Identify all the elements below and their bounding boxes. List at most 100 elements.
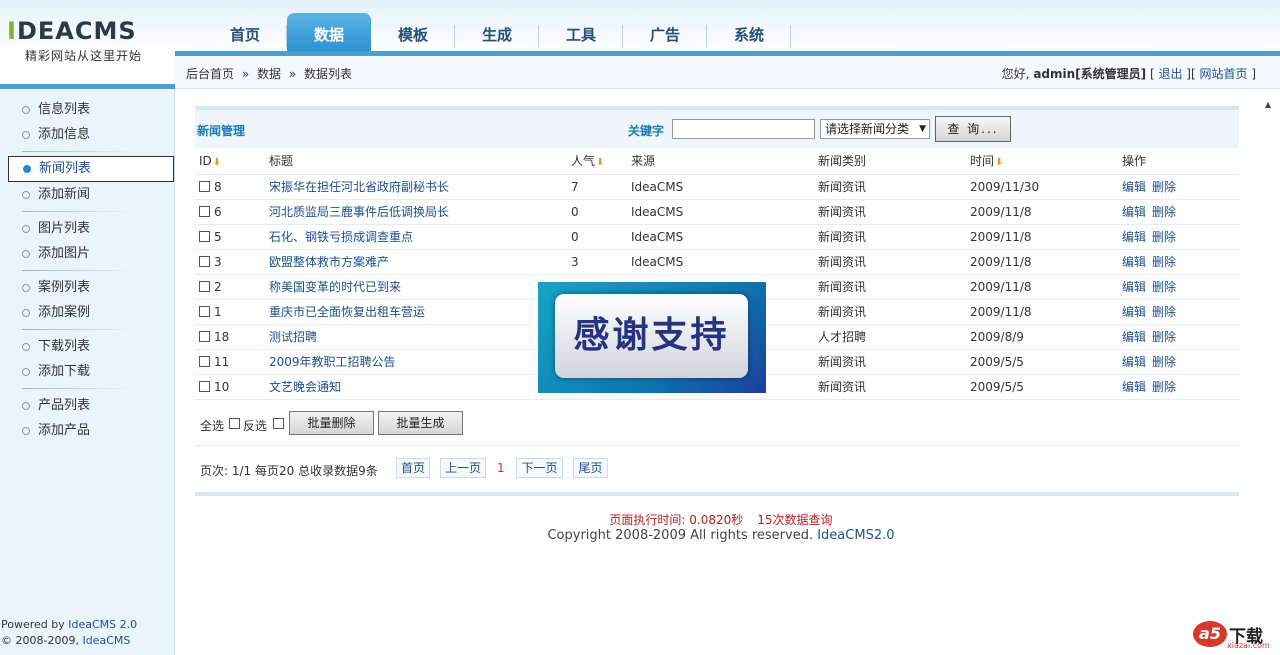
row-checkbox[interactable]	[199, 280, 210, 292]
row-edit-link[interactable]: 编辑	[1122, 330, 1146, 344]
row-id-cell: 10	[195, 374, 265, 400]
sidebar-item-add-case[interactable]: 添加案例	[22, 300, 174, 325]
row-title-link[interactable]: 测试招聘	[269, 330, 317, 344]
row-checkbox[interactable]	[199, 255, 210, 267]
row-source: IdeaCMS	[627, 199, 814, 225]
row-title-link[interactable]: 河北质监局三鹿事件后低调换局长	[269, 205, 449, 219]
breadcrumb-home[interactable]: 后台首页	[186, 67, 234, 81]
row-edit-link[interactable]: 编辑	[1122, 205, 1146, 219]
row-edit-link[interactable]: 编辑	[1122, 180, 1146, 194]
row-delete-link[interactable]: 删除	[1152, 280, 1176, 294]
category-select[interactable]: 请选择新闻分类 ▼	[820, 119, 930, 139]
row-actions: 编辑 删除	[1118, 174, 1239, 200]
row-id: 3	[214, 254, 222, 269]
powered-brand-link[interactable]: IdeaCMS 2.0	[68, 618, 137, 631]
sort-arrow-icon[interactable]: ⬇	[995, 157, 1003, 168]
tab-system[interactable]: 系统	[707, 13, 791, 53]
search-toolbar: 新闻管理 关键字 请选择新闻分类 ▼ 查 询...	[195, 110, 1239, 148]
sidebar-item-info-list[interactable]: 信息列表	[22, 97, 174, 122]
row-checkbox[interactable]	[199, 180, 210, 192]
row-checkbox[interactable]	[199, 205, 210, 217]
row-delete-link[interactable]: 删除	[1152, 380, 1176, 394]
row-id-cell: 2	[195, 274, 265, 300]
row-title-cell: 欧盟整体救市方案难产	[265, 249, 567, 275]
row-date: 2009/11/8	[966, 249, 1118, 275]
col-header-id[interactable]: ID⬇	[195, 148, 265, 175]
row-delete-link[interactable]: 删除	[1152, 180, 1176, 194]
row-title-link[interactable]: 欧盟整体救市方案难产	[269, 255, 389, 269]
search-button[interactable]: 查 询...	[935, 116, 1011, 142]
row-checkbox[interactable]	[199, 330, 210, 342]
logout-link[interactable]: 退出	[1158, 67, 1182, 81]
sidebar-item-image-list[interactable]: 图片列表	[22, 216, 174, 241]
invert-checkbox[interactable]	[273, 417, 284, 429]
row-delete-link[interactable]: 删除	[1152, 230, 1176, 244]
row-edit-link[interactable]: 编辑	[1122, 355, 1146, 369]
tab-generate[interactable]: 生成	[455, 13, 539, 53]
row-delete-link[interactable]: 删除	[1152, 305, 1176, 319]
sidebar-item-add-image[interactable]: 添加图片	[22, 241, 174, 266]
keyword-input[interactable]	[672, 119, 815, 139]
row-title-link[interactable]: 宋振华在担任河北省政府副秘书长	[269, 180, 449, 194]
row-delete-link[interactable]: 删除	[1152, 330, 1176, 344]
footer-brand-link[interactable]: IdeaCMS2.0	[817, 528, 894, 543]
row-date: 2009/11/8	[966, 274, 1118, 300]
sidebar-item-case-list[interactable]: 案例列表	[22, 275, 174, 300]
row-delete-link[interactable]: 删除	[1152, 355, 1176, 369]
sidebar-item-add-info[interactable]: 添加信息	[22, 122, 174, 147]
page-next-button[interactable]: 下一页	[516, 457, 563, 478]
sidebar-divider	[22, 211, 134, 212]
query-count: 15次数据查询	[757, 513, 833, 527]
row-checkbox[interactable]	[199, 305, 210, 317]
tab-template[interactable]: 模板	[371, 13, 455, 53]
row-title-link[interactable]: 石化、钢铁亏损成调查重点	[269, 230, 413, 244]
row-edit-link[interactable]: 编辑	[1122, 255, 1146, 269]
tab-tools[interactable]: 工具	[539, 13, 623, 53]
row-checkbox[interactable]	[199, 230, 210, 242]
sort-arrow-icon[interactable]: ⬇	[213, 157, 221, 168]
sidebar-item-download-list[interactable]: 下载列表	[22, 334, 174, 359]
row-edit-link[interactable]: 编辑	[1122, 230, 1146, 244]
scroll-up-arrow-icon[interactable]: ▲	[1265, 100, 1271, 109]
row-id: 1	[214, 304, 222, 319]
table-row: 5 石化、钢铁亏损成调查重点 0 IdeaCMS 新闻资讯 2009/11/8 编辑 删除	[195, 224, 1239, 250]
row-delete-link[interactable]: 删除	[1152, 205, 1176, 219]
sidebar-group-downloads: 下载列表 添加下载	[22, 334, 174, 384]
breadcrumb-current: 数据列表	[304, 67, 353, 81]
sidebar-item-add-product[interactable]: 添加产品	[22, 418, 174, 443]
row-title-link[interactable]: 2009年教职工招聘公告	[269, 355, 396, 369]
row-title-cell: 河北质监局三鹿事件后低调换局长	[265, 199, 567, 225]
sidebar-divider	[22, 329, 134, 330]
row-edit-link[interactable]: 编辑	[1122, 305, 1146, 319]
page-prev-button[interactable]: 上一页	[440, 457, 486, 478]
page-first-button[interactable]: 首页	[396, 457, 430, 478]
copyright-brand-link[interactable]: IdeaCMS	[82, 634, 130, 647]
tab-home[interactable]: 首页	[203, 13, 287, 53]
sidebar-item-product-list[interactable]: 产品列表	[22, 393, 174, 418]
site-home-link[interactable]: 网站首页	[1199, 67, 1247, 81]
row-title-link[interactable]: 称美国变革的时代已到来	[269, 280, 401, 294]
sidebar-item-news-list[interactable]: 新闻列表	[8, 156, 174, 182]
row-edit-link[interactable]: 编辑	[1122, 280, 1146, 294]
batch-generate-button[interactable]: 批量生成	[378, 410, 463, 435]
row-title-link[interactable]: 文艺晚会通知	[269, 380, 341, 394]
powered-by: Powered by IdeaCMS 2.0 © 2008-2009, Idea…	[1, 617, 137, 649]
col-header-date[interactable]: 时间⬇	[966, 148, 1118, 175]
row-title-cell: 测试招聘	[265, 324, 567, 350]
batch-delete-button[interactable]: 批量删除	[289, 410, 374, 435]
row-delete-link[interactable]: 删除	[1152, 255, 1176, 269]
col-header-hits[interactable]: 人气⬇	[567, 148, 627, 175]
page-last-button[interactable]: 尾页	[573, 457, 608, 478]
sidebar-item-add-download[interactable]: 添加下载	[22, 359, 174, 384]
sort-arrow-icon[interactable]: ⬇	[596, 157, 604, 168]
row-edit-link[interactable]: 编辑	[1122, 380, 1146, 394]
breadcrumb-section[interactable]: 数据	[257, 67, 281, 81]
select-all-checkbox[interactable]	[229, 417, 240, 429]
tab-data[interactable]: 数据	[287, 13, 371, 53]
row-checkbox[interactable]	[199, 380, 210, 392]
row-checkbox[interactable]	[199, 355, 210, 367]
row-title-link[interactable]: 重庆市已全面恢复出租车营运	[269, 305, 425, 319]
sidebar-item-add-news[interactable]: 添加新闻	[22, 182, 174, 207]
logo[interactable]: IDEACMS 精彩网站从这里开始	[7, 18, 157, 64]
tab-ads[interactable]: 广告	[623, 13, 707, 53]
